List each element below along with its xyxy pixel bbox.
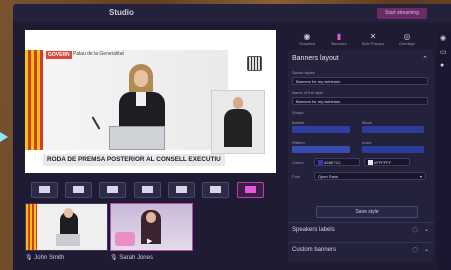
layout-solo-button[interactable] — [31, 182, 58, 198]
chevron-down-icon[interactable]: ⌄ — [424, 226, 429, 233]
tab-banners[interactable]: ▮ Banners — [324, 32, 354, 46]
flag-graphic — [25, 50, 43, 150]
org-label: Palau de la Generalitat — [73, 51, 124, 57]
layout-spotlight-button[interactable] — [134, 182, 161, 198]
speaker-video — [117, 64, 167, 134]
participant-label-1: 🎙 John Smith — [25, 254, 64, 261]
saved-styles-label: Saved styles — [292, 70, 315, 75]
style-option-label: Ribbon — [292, 140, 305, 145]
close-icon: ✕ — [369, 32, 377, 41]
font-label: Font — [292, 174, 301, 179]
tab-overlays[interactable]: ◎ Overlays — [392, 32, 422, 46]
sign-language-video — [211, 90, 265, 154]
app-title: Studio — [109, 8, 134, 17]
primary-color-input[interactable]: #28E71C — [314, 158, 360, 166]
broadcast-icon: ◎ — [403, 32, 411, 41]
participant-tile-1[interactable] — [25, 203, 108, 251]
section-title: Banners layout — [292, 55, 339, 62]
layout-screen-button[interactable] — [202, 182, 229, 198]
layout-group-button[interactable] — [99, 182, 126, 198]
tab-graphics[interactable]: ◉ Graphics — [292, 32, 322, 46]
shape-label: Shape — [292, 110, 304, 115]
right-rail: ◉ ▭ ● — [437, 32, 451, 270]
participant-name: John Smith — [34, 255, 65, 261]
speakers-labels-title: Speakers labels — [292, 227, 335, 233]
participant-tile-2[interactable]: ▶ — [110, 203, 193, 251]
layout-news-button[interactable] — [168, 182, 195, 198]
chevron-down-icon: ▾ — [419, 174, 422, 179]
save-style-button[interactable]: Save style — [316, 206, 418, 218]
colors-label: Colors — [292, 160, 304, 165]
style-option-label: Invite — [362, 140, 372, 145]
custom-banners-section[interactable]: Custom banners ◯ ⌄ — [288, 242, 434, 257]
stage-preview: GOVERN Palau de la Generalitat RODA DE P… — [25, 30, 276, 173]
brand-label: GOVERN — [46, 51, 72, 59]
emblem-icon — [247, 56, 262, 71]
chevron-down-icon[interactable]: ⌄ — [424, 246, 429, 253]
custom-banners-title: Custom banners — [292, 247, 337, 253]
style-name-label: Name of the style — [292, 90, 324, 95]
pointer-arrow-icon — [0, 132, 8, 142]
chevron-up-icon[interactable]: ⌃ — [422, 55, 428, 63]
style-option-label: Bubble — [292, 120, 305, 125]
style-option-invite[interactable] — [362, 146, 424, 153]
palette-icon: ◉ — [303, 32, 311, 41]
toggle-icon[interactable]: ◯ — [412, 227, 418, 233]
play-icon[interactable]: ▶ — [147, 237, 152, 245]
banner-lower-third: RODA DE PREMSA POSTERIOR AL CONSELL EXEC… — [43, 154, 225, 166]
top-bar: Studio Start streaming — [13, 4, 451, 22]
font-select[interactable]: Open Sans ▾ — [314, 172, 426, 180]
start-streaming-button[interactable]: Start streaming — [377, 8, 427, 19]
layout-pip-button[interactable] — [237, 182, 264, 198]
speakers-labels-section[interactable]: Speakers labels ◯ ⌄ — [288, 222, 434, 237]
palette-icon[interactable]: ◉ — [440, 34, 446, 42]
podium-graphic — [109, 126, 165, 150]
banners-panel: Banners layout ⌃ Saved styles Banners fo… — [288, 50, 434, 262]
mic-icon: 🎙 — [110, 255, 118, 261]
style-name-input[interactable]: Banners for my webinars — [292, 97, 428, 105]
layout-toolbar — [31, 182, 281, 198]
tab-side-popups[interactable]: ✕ Side Popups — [358, 32, 388, 46]
participant-name: Sarah Jones — [119, 255, 153, 261]
layout-cropped-button[interactable] — [65, 182, 92, 198]
saved-styles-select[interactable]: Banners for my webinars — [292, 77, 428, 85]
studio-app: Studio Start streaming GOVERN Palau de l… — [13, 4, 451, 270]
mic-icon: 🎙 — [25, 255, 33, 261]
style-option-label: Block — [362, 120, 372, 125]
style-option-ribbon[interactable] — [292, 146, 350, 153]
bookmark-icon: ▮ — [336, 32, 342, 41]
panel-tabs: ◉ Graphics ▮ Banners ✕ Side Popups ◎ Ove… — [288, 32, 434, 50]
toggle-icon[interactable]: ◯ — [412, 247, 418, 253]
style-option-bubble[interactable] — [292, 126, 350, 133]
chat-icon[interactable]: ▭ — [440, 48, 447, 56]
style-option-block[interactable] — [362, 126, 424, 133]
secondary-color-input[interactable]: #FFFFFF — [364, 158, 410, 166]
participant-label-2: 🎙 Sarah Jones — [110, 254, 153, 261]
people-icon[interactable]: ● — [440, 62, 444, 69]
